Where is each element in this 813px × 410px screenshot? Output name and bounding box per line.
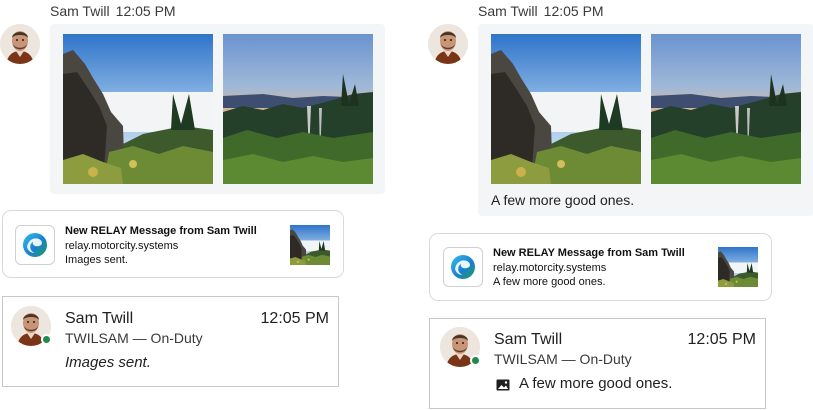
toast-title: New RELAY Message from Sam Twill (493, 247, 685, 259)
message-card[interactable]: Sam Twill 12:05 PM TWILSAM — On-Duty Ima… (2, 296, 339, 387)
card-sender-name: Sam Twill (65, 310, 134, 327)
chat-message-header: Sam Twill 12:05 PM (50, 3, 176, 19)
card-status: TWILSAM — On-Duty (65, 330, 203, 346)
sender-name: Sam Twill (478, 3, 538, 19)
card-time: 12:05 PM (687, 331, 756, 348)
message-time: 12:05 PM (543, 3, 604, 19)
card-time: 12:05 PM (260, 310, 329, 327)
sender-name: Sam Twill (50, 3, 110, 19)
toast-message: Images sent. (65, 254, 128, 266)
toast-notification[interactable]: New RELAY Message from Sam Twill relay.m… (2, 210, 344, 278)
edge-browser-icon (443, 247, 483, 287)
presence-available-icon (41, 334, 52, 345)
sender-avatar[interactable] (0, 24, 40, 64)
image-icon (496, 378, 510, 391)
photo-attachment[interactable] (223, 34, 373, 184)
toast-image-thumbnail (290, 225, 330, 265)
photo-attachment[interactable] (491, 34, 641, 184)
toast-notification[interactable]: New RELAY Message from Sam Twill relay.m… (429, 233, 772, 301)
card-message: A few more good ones. (519, 375, 673, 392)
card-message: Images sent. (65, 354, 151, 371)
message-caption: A few more good ones. (491, 192, 635, 208)
toast-source: relay.motorcity.systems (65, 240, 179, 252)
toast-image-thumbnail (718, 247, 758, 287)
toast-title: New RELAY Message from Sam Twill (65, 225, 257, 237)
card-status: TWILSAM — On-Duty (494, 351, 632, 367)
card-sender-name: Sam Twill (494, 331, 563, 348)
message-card[interactable]: Sam Twill 12:05 PM TWILSAM — On-Duty A f… (429, 318, 766, 409)
chat-message-bubble: A few more good ones. (478, 24, 813, 216)
toast-message: A few more good ones. (493, 276, 606, 288)
toast-source: relay.motorcity.systems (493, 262, 607, 274)
edge-browser-icon (15, 225, 55, 265)
chat-message-header: Sam Twill 12:05 PM (478, 3, 604, 19)
sender-avatar[interactable] (428, 24, 468, 64)
photo-attachment[interactable] (63, 34, 213, 184)
photo-attachment[interactable] (651, 34, 801, 184)
chat-message-bubble (50, 24, 385, 194)
presence-available-icon (470, 355, 481, 366)
message-time: 12:05 PM (115, 3, 176, 19)
